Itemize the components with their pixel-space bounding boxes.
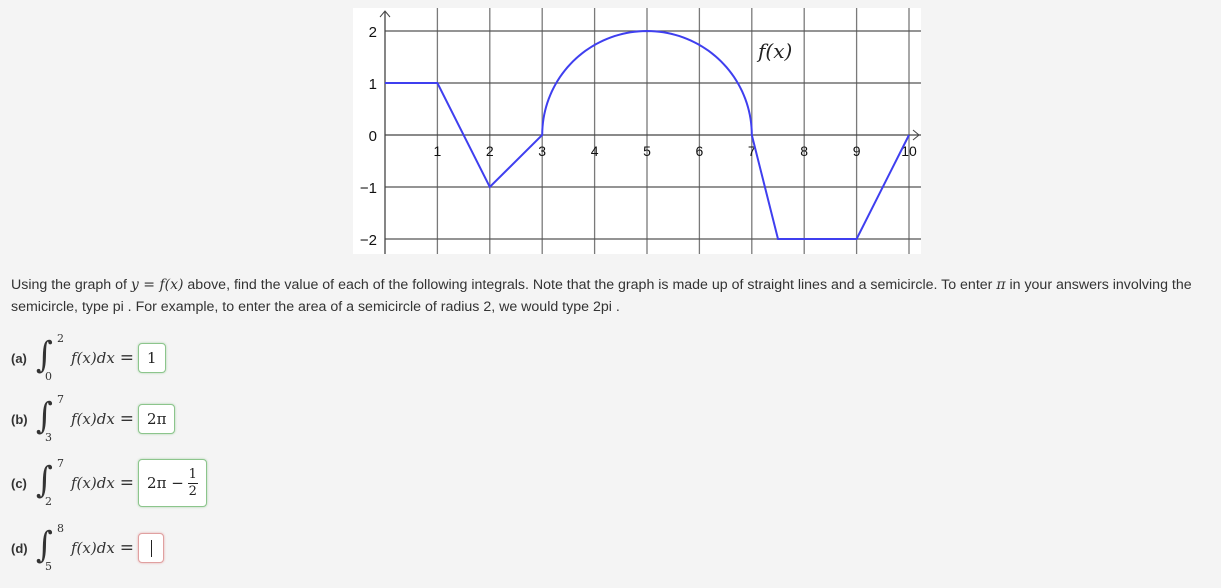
x-tick-label: 5 — [643, 143, 651, 159]
integral-sign: ∫ 2 0 — [35, 332, 64, 383]
y-tick-label: −1 — [360, 180, 377, 197]
answer-input-b[interactable]: 2π — [138, 404, 176, 434]
instructions: Using the graph of y = f(x) above, find … — [11, 274, 1216, 318]
question-label: (c) — [11, 475, 27, 491]
question-b: (b) ∫ 7 3 f(x)dx = 2π — [11, 391, 176, 447]
question-d: (d) ∫ 8 5 f(x)dx = — [11, 520, 165, 576]
y-tick-label: −2 — [360, 232, 377, 249]
question-label: (b) — [11, 411, 28, 427]
y-tick-label: 2 — [369, 24, 377, 41]
graph-background — [353, 8, 921, 254]
integrand: f(x)dx — [71, 539, 115, 557]
upper-limit: 7 — [57, 457, 64, 470]
equals-sign: = — [119, 473, 135, 493]
curve-label: f(x) — [756, 39, 792, 63]
function-graph: 1 2 3 4 5 6 7 8 9 10210−1−2 f(x) — [353, 8, 921, 254]
answer-input-a[interactable]: 1 — [138, 343, 166, 373]
integral-sign: ∫ 7 3 — [35, 393, 64, 444]
lower-limit: 5 — [45, 560, 52, 573]
math-equals: = — [138, 277, 160, 293]
upper-limit: 2 — [57, 332, 64, 345]
y-tick-label: 1 — [369, 76, 377, 93]
x-tick-label: 3 — [538, 143, 546, 159]
integrand: f(x)dx — [71, 410, 115, 428]
lower-limit: 3 — [45, 431, 52, 444]
question-c: (c) ∫ 7 2 f(x)dx = 2π − 12 — [11, 455, 207, 511]
upper-limit: 7 — [57, 393, 64, 406]
x-tick-label: 1 — [434, 143, 442, 159]
integral-sign: ∫ 7 2 — [35, 457, 64, 508]
x-tick-label: 8 — [800, 143, 808, 159]
integrand: f(x)dx — [71, 474, 115, 492]
lower-limit: 0 — [45, 370, 52, 383]
upper-limit: 8 — [57, 522, 64, 535]
y-tick-label: 0 — [369, 128, 377, 145]
lower-limit: 2 — [45, 495, 52, 508]
fraction: 12 — [187, 466, 198, 499]
question-label: (d) — [11, 540, 28, 556]
math-y: y — [130, 277, 139, 293]
text-caret — [150, 539, 152, 557]
question-a: (a) ∫ 2 0 f(x)dx = 1 — [11, 330, 166, 386]
x-tick-label: 9 — [853, 143, 861, 159]
prompt-text-2: above, find the value of each of the fol… — [183, 277, 997, 293]
integral-sign: ∫ 8 5 — [35, 522, 64, 573]
x-tick-label: 4 — [591, 143, 599, 159]
answer-input-d[interactable] — [138, 533, 165, 563]
math-pi: π — [996, 277, 1006, 293]
prompt-text-1: Using the graph of — [11, 277, 131, 293]
question-label: (a) — [11, 350, 27, 366]
math-fx: f(x) — [159, 277, 184, 293]
equals-sign: = — [119, 538, 135, 558]
integrand: f(x)dx — [71, 349, 115, 367]
x-tick-label: 2 — [486, 143, 494, 159]
equals-sign: = — [119, 348, 135, 368]
answer-input-c[interactable]: 2π − 12 — [138, 459, 207, 507]
x-tick-label: 6 — [696, 143, 704, 159]
equals-sign: = — [119, 409, 135, 429]
